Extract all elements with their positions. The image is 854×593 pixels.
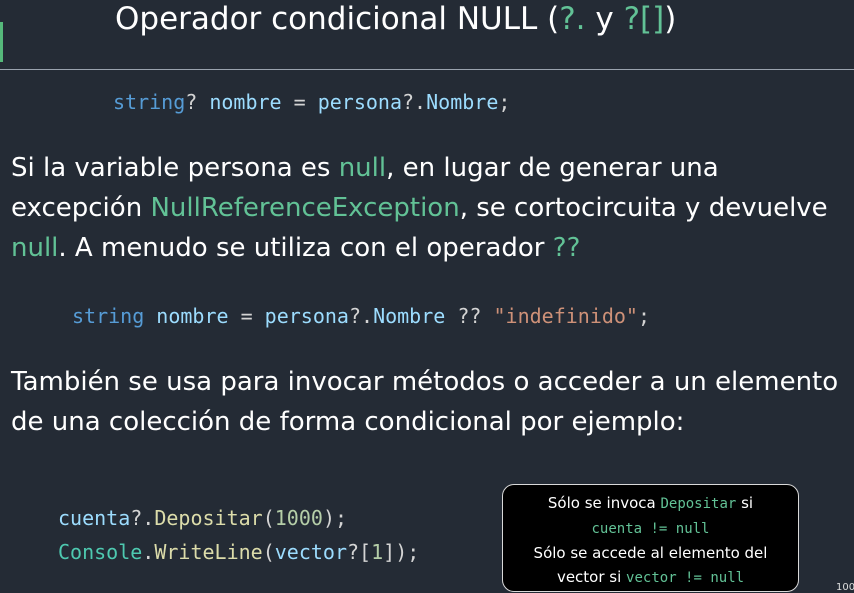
paragraph-null-explanation: Si la variable persona es null, en lugar… xyxy=(11,148,846,268)
para1-text: . A menudo se utiliza con el operador xyxy=(58,233,553,263)
para1-null-keyword: null xyxy=(338,153,387,183)
para1-coalesce-operator: ?? xyxy=(552,233,581,263)
code-coalesce: ?? xyxy=(445,304,494,328)
para1-null-keyword: null xyxy=(11,233,59,263)
title-op-null-conditional: ?. xyxy=(559,1,586,37)
code-assign: = xyxy=(228,304,265,328)
callout-text: vector si xyxy=(556,568,627,586)
callout-code: Depositar xyxy=(660,496,737,512)
code-number: 1 xyxy=(371,540,384,564)
callout-line-2: cuenta != null xyxy=(503,516,798,541)
code-class: Console xyxy=(58,540,143,564)
slide-title: Operador condicional NULL (?. y ?[]) xyxy=(115,0,676,38)
code-line-writeline: Console.WriteLine(vector?[1]); xyxy=(58,535,419,569)
callout-line-1: Sólo se invoca Depositar si xyxy=(503,491,798,516)
code-paren-close: ]); xyxy=(383,540,420,564)
page-number: 100 xyxy=(836,582,854,593)
code-paren-open: ( xyxy=(262,540,275,564)
callout-text: Sólo se invoca xyxy=(547,494,661,512)
callout-line-4: vector si vector != null xyxy=(503,565,798,590)
code-operator: ?. xyxy=(402,90,427,114)
accent-bar xyxy=(0,22,3,62)
code-keyword: string xyxy=(113,90,186,114)
para1-text: , se cortocircuita y devuelve xyxy=(459,193,828,223)
code-object: persona xyxy=(264,304,349,328)
title-suffix: ) xyxy=(664,1,677,37)
para1-text: Si la variable persona es xyxy=(11,153,339,183)
code-snippet-1: string? nombre = persona?.Nombre; xyxy=(113,88,510,116)
code-assign: = xyxy=(281,90,318,114)
paragraph-method-invocation: También se usa para invocar métodos o ac… xyxy=(11,367,839,437)
code-paren-open: ( xyxy=(262,506,275,530)
code-semicolon: ; xyxy=(498,90,511,114)
callout-box: Sólo se invoca Depositar si cuenta != nu… xyxy=(502,484,799,592)
code-object: persona xyxy=(317,90,403,114)
callout-text: si xyxy=(736,494,754,512)
title-prefix: Operador condicional NULL ( xyxy=(115,1,560,37)
code-method: Depositar xyxy=(154,506,263,530)
callout-code: vector != null xyxy=(626,570,745,586)
code-variable: nombre xyxy=(156,304,229,328)
para1-exception-name: NullReferenceException xyxy=(150,193,460,223)
code-paren-close: ); xyxy=(322,506,348,530)
code-index-operator: ?[ xyxy=(347,540,372,564)
code-number: 1000 xyxy=(274,506,323,530)
title-divider xyxy=(0,69,854,70)
callout-code: cuenta != null xyxy=(591,521,710,537)
title-mid: y xyxy=(585,1,624,37)
code-operator: ?. xyxy=(130,506,155,530)
code-operator: ?. xyxy=(348,304,374,328)
callout-line-3: Sólo se accede al elemento del xyxy=(533,544,768,562)
code-keyword: string xyxy=(72,304,145,328)
code-string-literal: "indefinido" xyxy=(493,304,638,328)
code-semicolon: ; xyxy=(637,304,651,328)
code-property: Nombre xyxy=(426,90,499,114)
code-snippet-2: string nombre = persona?.Nombre ?? "inde… xyxy=(72,302,650,330)
code-nullable-mark: ? xyxy=(185,90,198,114)
code-method: WriteLine xyxy=(154,540,263,564)
code-variable: nombre xyxy=(209,90,282,114)
code-object: cuenta xyxy=(58,506,131,530)
code-array: vector xyxy=(274,540,348,564)
title-op-null-index: ?[] xyxy=(623,1,665,37)
code-snippet-3: cuenta?.Depositar(1000); Console.WriteLin… xyxy=(58,501,419,569)
code-property: Nombre xyxy=(373,304,446,328)
code-line-deposit: cuenta?.Depositar(1000); xyxy=(58,501,419,535)
code-dot: . xyxy=(142,540,155,564)
